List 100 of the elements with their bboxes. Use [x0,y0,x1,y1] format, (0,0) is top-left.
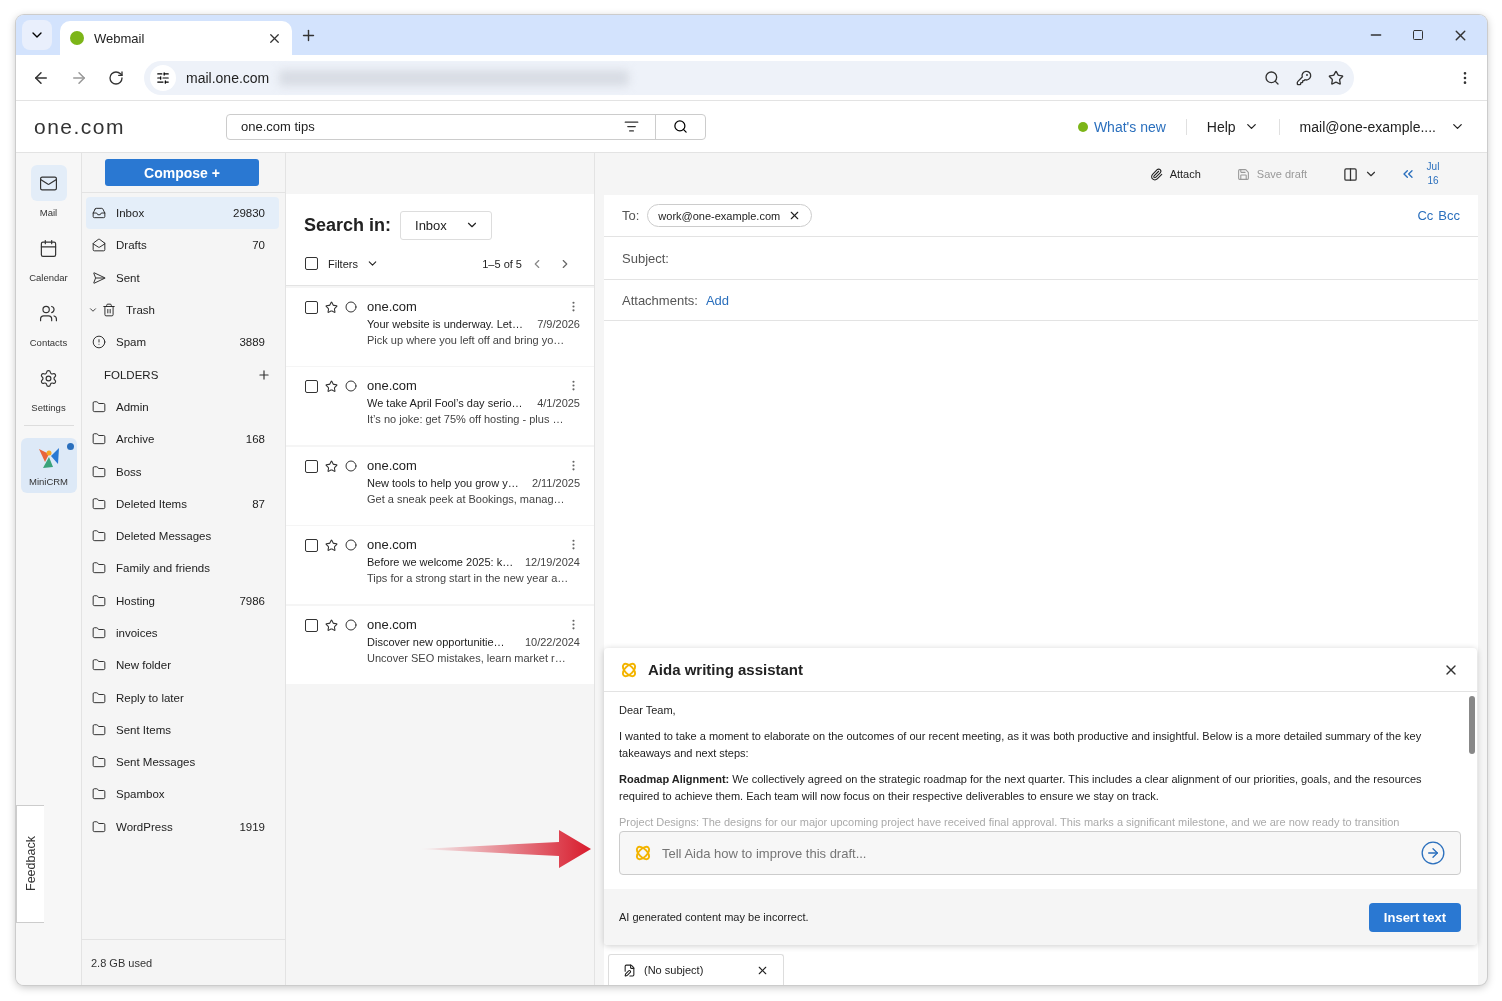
folder-item[interactable]: Boss [86,455,279,488]
folder-name: Trash [126,304,156,317]
compose-button[interactable]: Compose + [105,159,259,186]
reload-icon[interactable] [108,69,124,86]
message-item[interactable]: one.com Your website is underway. Let… 7/9/2026 Pick up where you left off and bring yo… [286,287,594,366]
message-subject: New tools to help you grow y… [367,476,519,489]
folder-name: Inbox [116,207,146,220]
folder-name: Hosting [116,594,156,607]
rail-item[interactable]: MiniCRM [20,438,77,493]
search-bar[interactable]: one.com tips [226,113,706,140]
search-field[interactable]: one.com tips [227,114,624,139]
filter-icon[interactable] [624,119,639,134]
prompt-bar[interactable]: Tell Aida how to improve this draft... [619,831,1461,875]
key-icon[interactable] [1296,69,1312,86]
message-sender: one.com [367,616,417,632]
message-item[interactable]: one.com New tools to help you grow y… 2/11/2025 Get a sneak peek at Bookings, manag… [286,446,594,525]
message-subject: We take April Fool’s day serio… [367,397,523,409]
folder-item[interactable]: Reply to later [86,681,279,714]
folder-item[interactable]: Family and friends [86,552,279,585]
bookmark-star-icon[interactable] [1328,69,1344,86]
whats-new-link[interactable]: What's new [1077,118,1187,135]
message-item[interactable]: one.com Before we welcome 2025: k… 12/19/2024 Tips for a strong start in the new year a… [286,526,594,604]
add-attachment-link[interactable]: Add [705,292,729,308]
cc-link[interactable]: Cc [1417,208,1434,223]
folder-count: 70 [252,239,265,252]
feedback-button[interactable]: Feedback [16,805,44,923]
settings-icon [39,368,58,388]
message-checkbox[interactable] [305,539,318,552]
circle-icon[interactable] [345,618,357,631]
folder-item[interactable]: New folder [86,649,279,682]
folder-icon [92,496,106,511]
attach-button[interactable]: Attach [1149,167,1201,181]
filters-dropdown[interactable]: Filters [328,257,379,270]
folder-item[interactable]: WordPress 1919 [86,810,279,843]
folder-name: Reply to later [116,691,185,704]
folder-item[interactable]: Drafts 70 [86,229,279,262]
star-icon[interactable] [325,539,338,552]
status-dot-icon [1077,121,1088,132]
message-checkbox[interactable] [305,300,318,314]
folder-item[interactable]: Deleted Messages [86,519,279,553]
circle-icon[interactable] [345,300,357,313]
folder-count: 3889 [239,336,265,349]
rail-item[interactable]: Contacts [20,295,77,348]
rail-item[interactable]: Mail [20,165,77,218]
prompt-field[interactable]: Tell Aida how to improve this draft... [660,844,1412,862]
send-icon[interactable] [1420,840,1446,866]
rail-item[interactable]: Settings [20,360,77,413]
rail-item[interactable]: Calendar [20,230,77,283]
star-icon[interactable] [325,459,338,473]
folder-icon [92,626,106,640]
address-bar[interactable]: mail.one.com [144,60,1354,95]
folder-item[interactable]: Inbox 29830 [86,197,279,230]
tab-menu-button[interactable] [22,20,52,50]
folder-item[interactable]: Spam 3889 [86,326,279,359]
folder-item[interactable]: Sent Messages [86,746,279,779]
folder-item[interactable]: Hosting 7986 [86,584,279,617]
message-preview: It’s no joke: get 75% off hosting - plus … [367,413,565,425]
message-item[interactable]: one.com Discover new opportunitie… 10/22/2024 Uncover SEO mistakes, learn market r… [286,605,594,684]
draft-tab[interactable]: (No subject) [608,954,784,985]
circle-icon[interactable] [345,459,357,472]
star-icon[interactable] [325,380,338,393]
message-preview: Uncover SEO mistakes, learn market r… [367,651,567,664]
circle-icon[interactable] [345,539,357,551]
star-icon[interactable] [325,300,338,314]
scrollbar-thumb[interactable] [1469,696,1475,754]
logo[interactable]: one.com [34,114,226,139]
zoom-icon[interactable] [1264,69,1280,86]
folder-item[interactable]: Sent Items [86,713,279,747]
scope-dropdown[interactable]: Inbox [400,210,493,240]
draft-paragraph: I wanted to take a moment to elaborate on the outcomes of our recent meeting, as it was both productive and insightful. Below is a more detailed summary of the key takeaways and next steps: [619,729,1423,761]
help-menu[interactable]: Help [1186,118,1280,135]
message-checkbox[interactable] [305,459,318,473]
contacts-icon [39,303,58,323]
folder-item[interactable]: Admin [86,390,279,424]
calendar-icon [39,238,58,258]
layout-icon[interactable] [1343,166,1378,182]
select-all-checkbox[interactable] [305,257,318,270]
folder-name: WordPress [116,820,174,833]
folder-name: Admin [116,400,150,413]
folder-item[interactable]: Archive 168 [86,423,279,456]
star-icon[interactable] [325,618,338,632]
site-info-icon[interactable] [150,64,176,91]
message-checkbox[interactable] [305,618,318,632]
message-item[interactable]: one.com We take April Fool’s day serio… 4/1/2025 It’s no joke: get 75% off hosting - plus … [286,367,594,445]
folder-item[interactable]: Spambox [86,778,279,811]
account-menu[interactable]: mail@one-example.... [1279,118,1465,135]
circle-icon[interactable] [345,380,357,392]
folder-item[interactable]: Trash [86,293,279,327]
tab-title: Webmail [94,30,146,46]
add-folder-icon[interactable] [257,367,271,382]
folder-item[interactable]: Sent [86,261,279,294]
disclaimer-text: AI generated content may be incorrect. [619,911,809,923]
browser-tab[interactable]: Webmail [60,21,292,55]
bcc-link[interactable]: Bcc [1438,208,1460,223]
folder-item[interactable]: Deleted Items 87 [86,487,279,520]
folder-name: Sent Messages [116,756,197,769]
message-checkbox[interactable] [305,380,318,393]
insert-text-button[interactable]: Insert text [1368,902,1461,932]
folder-item[interactable]: invoices [86,616,279,650]
date-link[interactable]: Jul 16 [1424,160,1442,188]
